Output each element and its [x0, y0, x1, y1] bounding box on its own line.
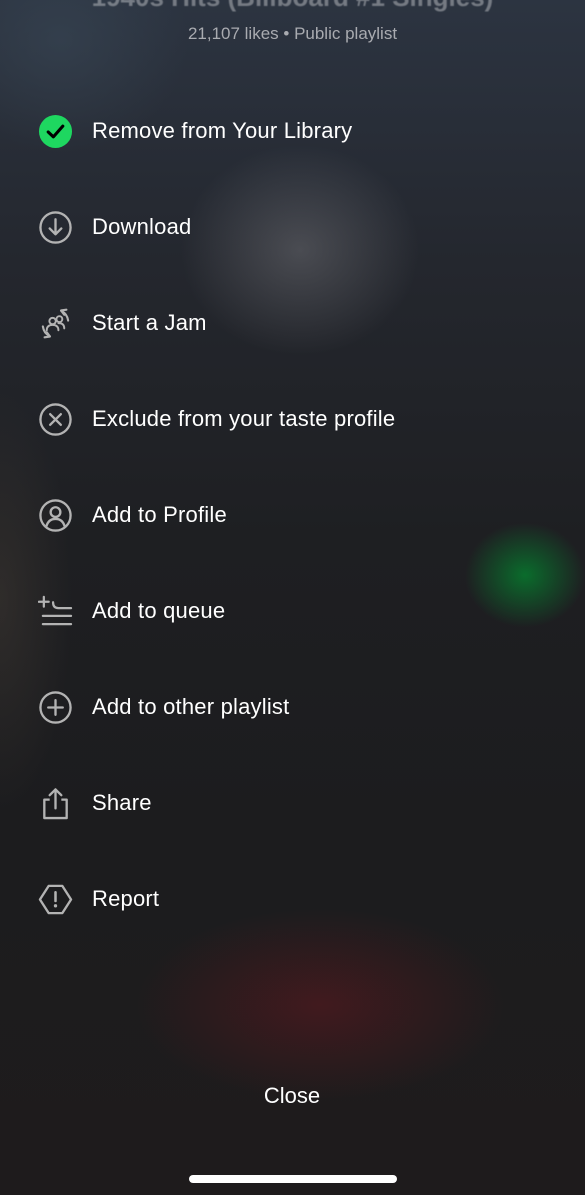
x-circle-icon	[38, 402, 73, 437]
report-icon	[38, 882, 73, 917]
close-button[interactable]: Close	[192, 1072, 392, 1120]
menu-item-download[interactable]: Download	[0, 179, 585, 275]
menu-item-remove-from-library[interactable]: Remove from Your Library	[0, 83, 585, 179]
share-icon	[38, 786, 73, 821]
menu-item-start-jam[interactable]: Start a Jam	[0, 275, 585, 371]
menu-item-label: Report	[92, 886, 160, 911]
menu-item-exclude-taste-profile[interactable]: Exclude from your taste profile	[0, 371, 585, 467]
menu-item-label: Add to Profile	[92, 502, 227, 527]
menu-item-label: Exclude from your taste profile	[92, 406, 396, 431]
menu-item-add-to-other-playlist[interactable]: Add to other playlist	[0, 659, 585, 755]
menu-item-label: Add to queue	[92, 598, 226, 623]
add-queue-icon	[38, 594, 73, 629]
menu-item-add-to-queue[interactable]: Add to queue	[0, 563, 585, 659]
context-menu-sheet: 1940s Hits (Billboard #1 Singles) 21,107…	[0, 0, 585, 1195]
menu-item-label: Share	[92, 790, 152, 815]
user-circle-icon	[38, 498, 73, 533]
menu-item-add-to-profile[interactable]: Add to Profile	[0, 467, 585, 563]
menu-item-label: Add to other playlist	[92, 694, 290, 719]
menu-item-label: Remove from Your Library	[92, 118, 353, 143]
check-circle-icon	[38, 114, 73, 149]
menu-item-label: Start a Jam	[92, 310, 207, 335]
menu-item-label: Download	[92, 214, 192, 239]
playlist-title: 1940s Hits (Billboard #1 Singles)	[0, 0, 585, 13]
home-indicator[interactable]	[189, 1175, 397, 1183]
plus-circle-icon	[38, 690, 73, 725]
menu-item-report[interactable]: Report	[0, 851, 585, 947]
menu-item-share[interactable]: Share	[0, 755, 585, 851]
playlist-meta: 21,107 likes • Public playlist	[187, 24, 398, 43]
jam-icon	[38, 306, 73, 341]
download-circle-icon	[38, 210, 73, 245]
action-menu: Remove from Your Library Download Start …	[0, 83, 585, 947]
